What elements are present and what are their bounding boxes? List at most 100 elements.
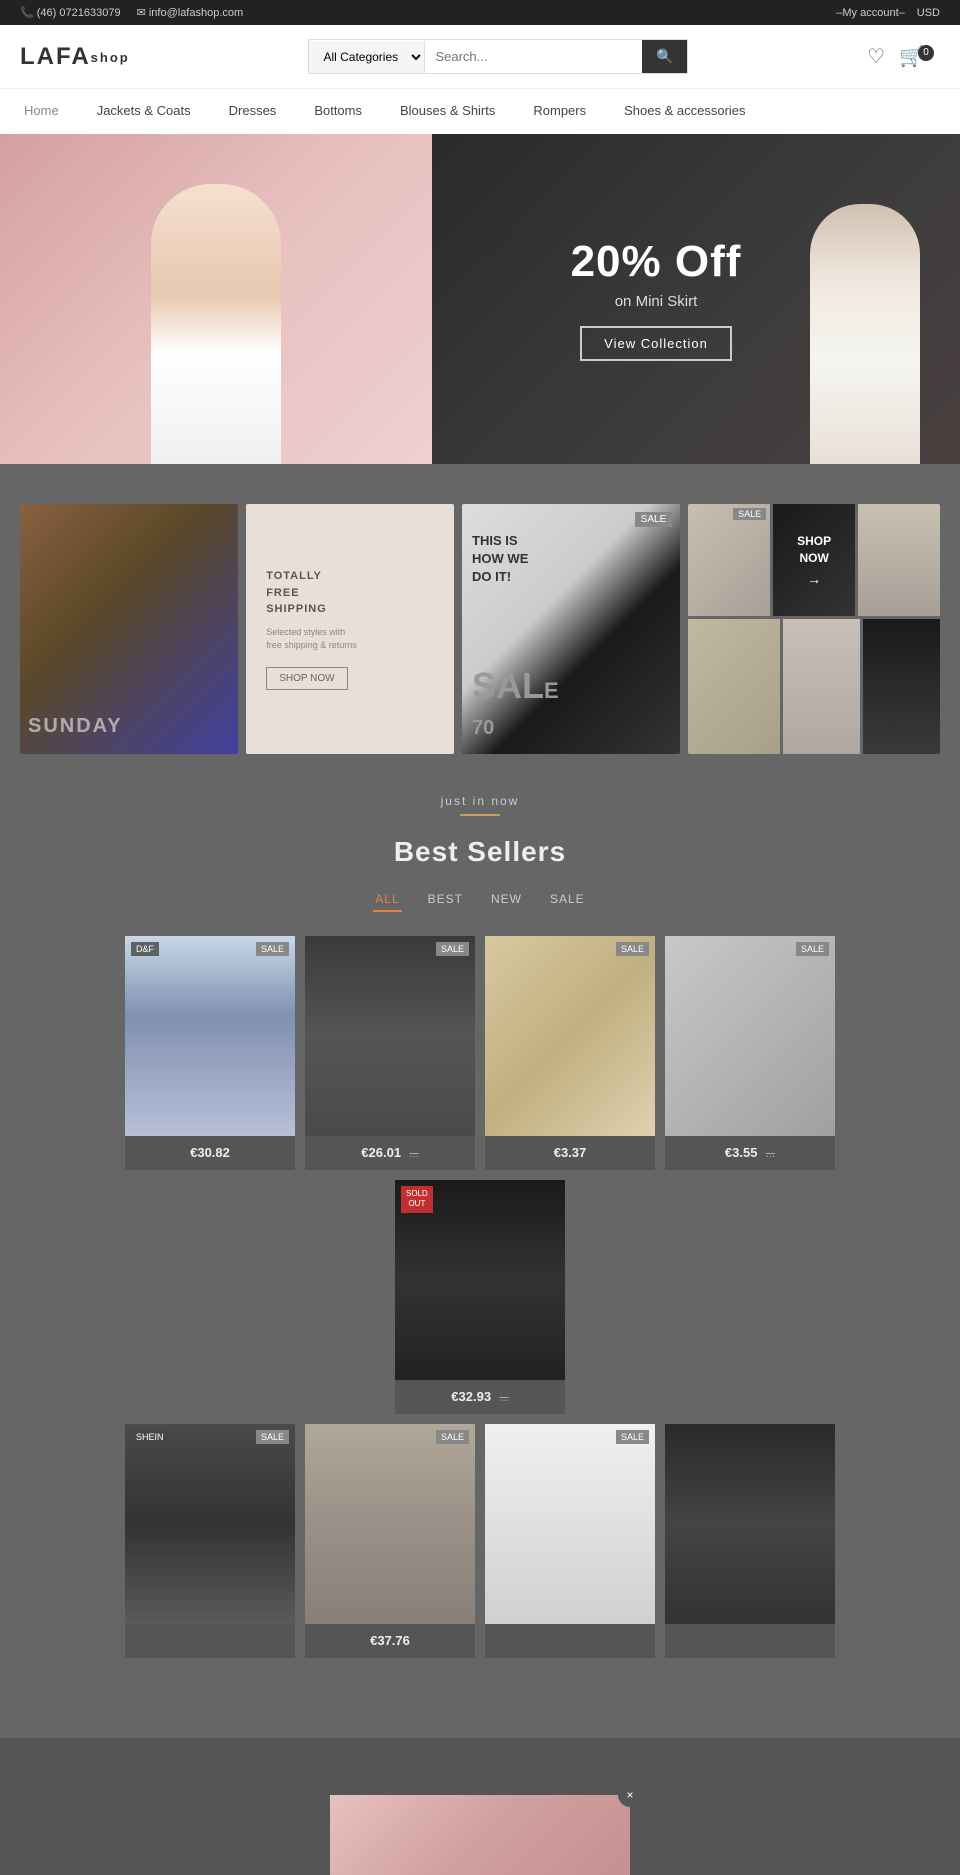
popup-close-button[interactable]: × <box>618 1783 642 1807</box>
product-info-1: €30.82 <box>125 1136 295 1170</box>
logo-lafa: LAFA <box>20 43 91 70</box>
hero-cta-button[interactable]: View Collection <box>580 326 732 361</box>
brand-badge-df: D&F <box>131 942 159 956</box>
hero-subtitle: on Mini Skirt <box>571 293 742 310</box>
shop-now-label: SHOPNOW <box>797 533 831 567</box>
shoe-img-5 <box>863 619 940 754</box>
product-info-9 <box>665 1624 835 1640</box>
product-image-1 <box>125 936 295 1136</box>
hero-figure-left <box>151 184 281 464</box>
product-old-price-4: ... <box>766 1148 775 1160</box>
popup-banner-image <box>330 1795 630 1875</box>
email-icon: ✉ <box>137 7 146 19</box>
sold-out-badge-p5: SOLDOUT <box>401 1186 433 1213</box>
product-card-3[interactable]: SALE €3.37 <box>485 936 655 1170</box>
phone-number: (46) 0721633079 <box>37 7 121 19</box>
shoe-img-1: SALE <box>688 504 770 616</box>
product-card-4[interactable]: SALE €3.55 ... <box>665 936 835 1170</box>
product-image-8 <box>485 1424 655 1624</box>
best-sellers-section: just in now Best Sellers ALL BEST NEW SA… <box>20 794 940 1698</box>
product-card-5[interactable]: SOLDOUT €32.93 ... <box>395 1180 565 1414</box>
logo-shop: shop <box>91 50 130 65</box>
promo-grid: SUNDAY TOTALLYFREESHIPPING Selected styl… <box>20 504 940 754</box>
product-card-1[interactable]: D&F SALE €30.82 <box>125 936 295 1170</box>
product-info-7: €37.76 <box>305 1624 475 1658</box>
phone-info: 📞 (46) 0721633079 <box>20 6 121 19</box>
category-select[interactable]: All Categories <box>309 41 425 73</box>
freeship-subtitle: Selected styles withfree shipping & retu… <box>266 626 357 653</box>
product-price-5: €32.93 <box>451 1389 491 1404</box>
search-bar: All Categories 🔍 <box>308 39 688 74</box>
sale-badge-p3: SALE <box>616 942 649 956</box>
product-image-4 <box>665 936 835 1136</box>
wishlist-icon[interactable]: ♡ <box>867 44 885 69</box>
hero-right: 20% Off on Mini Skirt View Collection <box>432 134 960 464</box>
freeship-title: TOTALLYFREESHIPPING <box>266 568 327 618</box>
filter-tab-new[interactable]: NEW <box>489 888 524 912</box>
shoe-img-2 <box>858 504 940 616</box>
product-card-7[interactable]: SALE €37.76 <box>305 1424 475 1658</box>
filter-tab-all[interactable]: ALL <box>373 888 401 912</box>
cart-count: 0 <box>918 45 934 61</box>
sale-badge-p2: SALE <box>436 942 469 956</box>
shop-now-arrow: → <box>807 571 821 587</box>
nav-item-blouses[interactable]: Blouses & Shirts <box>396 89 499 134</box>
sale-badge-p7: SALE <box>436 1430 469 1444</box>
product-price-7: €37.76 <box>370 1633 410 1648</box>
product-price-1: €30.82 <box>190 1145 230 1160</box>
filter-tab-sale[interactable]: SALE <box>548 888 587 912</box>
product-info-6 <box>125 1624 295 1640</box>
sale-badge-shoe1: SALE <box>733 508 766 520</box>
currency-selector[interactable]: USD <box>917 7 940 19</box>
promo-item-sale70[interactable]: SALE THIS ISHOW WEDO IT! SALE70 <box>462 504 680 754</box>
product-info-2: €26.01 ... <box>305 1136 475 1170</box>
product-card-8[interactable]: SALE <box>485 1424 655 1658</box>
this-is-label: THIS ISHOW WEDO IT! <box>472 532 528 587</box>
hero-left <box>0 134 432 464</box>
nav-item-shoes[interactable]: Shoes & accessories <box>620 89 749 134</box>
email-address: info@lafashop.com <box>149 7 243 19</box>
product-price-3: €3.37 <box>554 1145 587 1160</box>
product-card-2[interactable]: SALE €26.01 ... <box>305 936 475 1170</box>
product-info-8 <box>485 1624 655 1640</box>
shoe-img-4 <box>783 619 860 754</box>
email-info: ✉ info@lafashop.com <box>137 6 244 19</box>
shoe-shop-now[interactable]: SHOPNOW → <box>773 504 855 616</box>
header: LAFAshop All Categories 🔍 ♡ 🛒0 <box>0 25 960 88</box>
product-price-2: €26.01 <box>361 1145 401 1160</box>
sale-badge-promo3: SALE <box>635 512 673 527</box>
product-card-9[interactable] <box>665 1424 835 1658</box>
sale-badge-p6: SALE <box>256 1430 289 1444</box>
nav-item-rompers[interactable]: Rompers <box>529 89 590 134</box>
top-bar-right: –My account– USD <box>836 7 940 19</box>
nav-item-bottoms[interactable]: Bottoms <box>310 89 366 134</box>
sale-badge-p8: SALE <box>616 1430 649 1444</box>
top-bar-left: 📞 (46) 0721633079 ✉ info@lafashop.com <box>20 6 243 19</box>
hero-banner: 20% Off on Mini Skirt View Collection <box>0 134 960 464</box>
nav-item-home[interactable]: Home <box>20 89 63 134</box>
logo[interactable]: LAFAshop <box>20 43 130 71</box>
product-old-price-5: ... <box>500 1392 509 1404</box>
sunday-label: SUNDAY <box>28 715 123 738</box>
product-image-9 <box>665 1424 835 1624</box>
shein-badge-p6: SHEIN <box>131 1430 169 1444</box>
product-price-4: €3.55 <box>725 1145 758 1160</box>
header-icons: ♡ 🛒0 <box>867 44 940 69</box>
promo-item-sunday[interactable]: SUNDAY <box>20 504 238 754</box>
product-card-6[interactable]: SHEIN SALE <box>125 1424 295 1658</box>
search-input[interactable] <box>425 41 642 72</box>
filter-tab-best[interactable]: BEST <box>426 888 465 912</box>
nav-item-dresses[interactable]: Dresses <box>225 89 281 134</box>
promo-item-freeship: TOTALLYFREESHIPPING Selected styles with… <box>246 504 454 754</box>
cart-icon[interactable]: 🛒0 <box>899 44 940 69</box>
nav-item-jackets[interactable]: Jackets & Coats <box>93 89 195 134</box>
phone-icon: 📞 <box>20 7 34 19</box>
best-sellers-title: Best Sellers <box>40 836 920 868</box>
product-image-6 <box>125 1424 295 1624</box>
search-button[interactable]: 🔍 <box>642 40 687 73</box>
product-grid-row2: SHEIN SALE SALE €37.76 SALE <box>40 1424 920 1658</box>
product-image-7 <box>305 1424 475 1624</box>
freeship-shopnow-button[interactable]: SHOP NOW <box>266 667 347 690</box>
product-old-price-2: ... <box>410 1148 419 1160</box>
account-link[interactable]: –My account– <box>836 7 904 19</box>
